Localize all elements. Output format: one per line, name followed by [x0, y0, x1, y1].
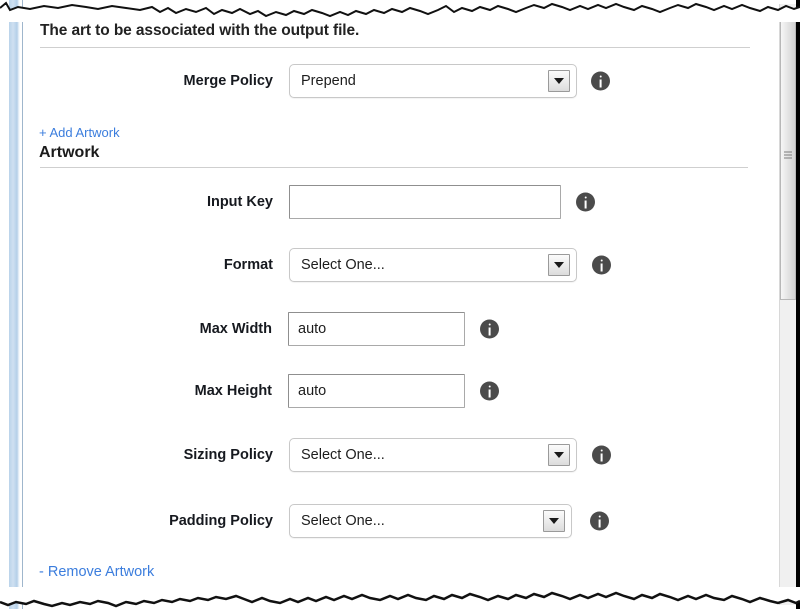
add-artwork-link[interactable]: + Add Artwork — [39, 125, 120, 140]
label-merge-policy: Merge Policy — [183, 73, 273, 89]
field-row-input-key: Input Key — [207, 185, 595, 219]
field-row-padding-policy: Padding Policy Select One... — [169, 504, 609, 538]
artwork-settings-panel: The art to be associated with the output… — [0, 0, 800, 609]
artwork-divider — [40, 167, 748, 168]
info-icon-merge-policy[interactable] — [591, 71, 610, 91]
format-value: Select One... — [301, 257, 385, 273]
max-width-field[interactable] — [288, 312, 465, 346]
artwork-subsection-title: Artwork — [39, 144, 100, 161]
scrollbar-grip-icon — [784, 151, 792, 159]
info-icon-input-key[interactable] — [576, 192, 595, 212]
vertical-scrollbar[interactable] — [779, 4, 796, 605]
info-icon-format[interactable] — [592, 255, 611, 275]
sizing-policy-select[interactable]: Select One... — [289, 438, 577, 472]
scrollbar-thumb[interactable] — [780, 10, 796, 300]
chevron-down-icon[interactable] — [543, 510, 565, 532]
label-format: Format — [223, 257, 273, 273]
max-height-field[interactable] — [288, 374, 465, 408]
info-icon-sizing-policy[interactable] — [592, 445, 611, 465]
padding-policy-value: Select One... — [301, 513, 385, 529]
window-right-edge — [796, 0, 800, 609]
merge-policy-select[interactable]: Prepend — [289, 64, 577, 98]
sizing-policy-value: Select One... — [301, 447, 385, 463]
label-padding-policy: Padding Policy — [169, 513, 273, 529]
info-icon-max-width[interactable] — [480, 319, 499, 339]
input-key-field[interactable] — [289, 185, 561, 219]
field-row-max-height: Max Height — [195, 374, 499, 408]
section-title-divider — [40, 47, 750, 48]
field-row-merge-policy: Merge Policy Prepend — [184, 64, 610, 98]
field-row-sizing-policy: Sizing Policy Select One... — [184, 438, 611, 472]
label-max-width: Max Width — [199, 321, 272, 337]
chevron-down-icon[interactable] — [548, 70, 570, 92]
format-select[interactable]: Select One... — [289, 248, 577, 282]
padding-policy-select[interactable]: Select One... — [289, 504, 572, 538]
field-row-format: Format Select One... — [224, 248, 611, 282]
info-icon-max-height[interactable] — [480, 381, 499, 401]
merge-policy-value: Prepend — [301, 73, 356, 89]
label-max-height: Max Height — [194, 383, 272, 399]
remove-artwork-link[interactable]: - Remove Artwork — [39, 564, 154, 580]
label-sizing-policy: Sizing Policy — [183, 447, 273, 463]
info-icon-padding-policy[interactable] — [590, 511, 609, 531]
field-row-max-width: Max Width — [200, 312, 499, 346]
chevron-down-icon[interactable] — [548, 444, 570, 466]
section-title: The art to be associated with the output… — [40, 22, 360, 39]
label-input-key: Input Key — [206, 194, 273, 210]
chevron-down-icon[interactable] — [548, 254, 570, 276]
